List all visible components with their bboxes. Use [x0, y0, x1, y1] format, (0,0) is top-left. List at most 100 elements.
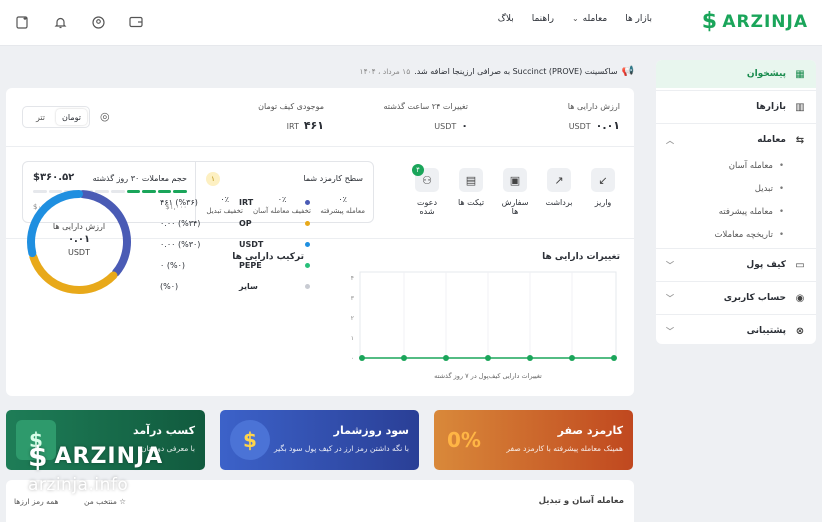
nav-blog[interactable]: بلاگ: [498, 14, 514, 24]
data-point[interactable]: [401, 355, 407, 361]
nav-trade-label: معامله: [582, 14, 608, 24]
stat-label: ارزش دارایی ها: [567, 102, 620, 111]
brand-logo[interactable]: $ ARZINJA: [700, 10, 808, 34]
user-icon: ◉: [795, 292, 805, 304]
sidebar-item-label: پشتیبانی: [746, 326, 786, 336]
nav-guide[interactable]: راهنما: [532, 14, 554, 24]
legend-asset-name: USDT: [239, 240, 264, 249]
composition-legend: IRT ۴۶۱ (%۳۶) OP ۰.۰۰ (%۳۴) USDT ۰.۰۰ (%۳۰) PE…: [160, 192, 310, 297]
chevron-down-icon: ﹀: [666, 260, 674, 270]
donut-slice-op: [29, 252, 118, 294]
logo-mark-icon: $: [28, 440, 49, 473]
nav-markets[interactable]: بازار ها: [625, 14, 652, 24]
stat-value: ۰.۰۱: [595, 119, 620, 132]
promo-title: کسب درآمد: [133, 424, 195, 437]
legend-asset-name: IRT: [239, 198, 254, 207]
legend-item: IRT ۴۶۱ (%۳۶): [160, 192, 310, 213]
y-tick-label: ۲: [351, 315, 354, 322]
announcement-bar[interactable]: 📢 ساکسینت (Succinct (PROVE به صرافی ارزی…: [194, 66, 634, 77]
y-tick-label: ۱: [351, 335, 354, 342]
fee-level-badge: ۱: [206, 172, 220, 186]
coin-bag-icon: $: [230, 420, 270, 460]
legend-dot: [305, 284, 310, 289]
data-point[interactable]: [569, 355, 575, 361]
divider: [656, 248, 816, 249]
legend-asset-name: سایر: [239, 282, 258, 291]
sidebar-item-dashboard[interactable]: ▦ پیشخوان: [656, 60, 816, 88]
star-icon: ☆: [116, 497, 126, 506]
tab-label: منتخب من: [84, 497, 117, 506]
divider: [656, 281, 816, 282]
legend-asset-name: OP: [239, 219, 252, 228]
legend-item: سایر (%۰): [160, 276, 310, 297]
promo-subtitle: با نگه داشتن رمز ارز در کیف پول سود بگیر: [274, 444, 409, 453]
volume-progress-segment: [142, 190, 156, 193]
sidebar-subitem-easy-trade[interactable]: معامله آسان: [656, 154, 816, 177]
sidebar-item-label: پیشخوان: [746, 69, 786, 79]
promo-title: کارمزد صفر: [557, 424, 623, 437]
sidebar-item-support[interactable]: ⊗ پشتیبانی ﹀: [656, 317, 816, 344]
sidebar-subitem-convert[interactable]: تبدیل: [656, 177, 816, 200]
data-point[interactable]: [443, 355, 449, 361]
sidebar-item-label: کیف پول: [746, 260, 786, 270]
top-bar: $ ARZINJA بازار ها معامله⌄ راهنما بلاگ: [0, 0, 822, 46]
announcement-date: ۱۵ مرداد ، ۱۴۰۴: [359, 67, 411, 76]
profile-icon[interactable]: [90, 14, 106, 30]
top-icons: [14, 14, 144, 30]
currency-toggle[interactable]: تومان تتر: [22, 106, 90, 128]
promo-daily-profit[interactable]: سود روزشمار با نگه داشتن رمز ارز در کیف …: [220, 410, 419, 470]
wallet-icon[interactable]: [128, 14, 144, 30]
add-note-icon[interactable]: [14, 14, 30, 30]
tab-all-coins[interactable]: همه رمز ارزها: [14, 497, 58, 506]
y-tick-label: ۳: [351, 295, 355, 302]
watermark-name: ARZINJA: [54, 444, 164, 469]
nav-trade[interactable]: معامله⌄: [572, 14, 607, 24]
data-point[interactable]: [527, 355, 533, 361]
data-point[interactable]: [485, 355, 491, 361]
watermark-logo: $ ARZINJA: [28, 440, 163, 473]
chart-bars-icon: ▥: [795, 101, 805, 113]
stat-label: موجودی کیف تومان: [258, 102, 324, 111]
sidebar-item-trade[interactable]: ⇆ معامله ︿: [656, 126, 816, 154]
stat-value: ۴۶۱: [303, 119, 324, 132]
donut-center-unit: USDT: [68, 248, 90, 257]
announcement-text: ساکسینت (Succinct (PROVE به صرافی ارزینج…: [414, 67, 618, 76]
data-point[interactable]: [611, 355, 617, 361]
sidebar-subitem-trade-history[interactable]: تاریخچه معاملات: [656, 223, 816, 246]
x-axis-label: تغییرات دارایی کیف‌پول در ۷ روز گذشته: [434, 372, 542, 380]
stat-label: تغییرات ۲۴ ساعت گذشته: [383, 102, 469, 111]
legend-dot: [305, 200, 310, 205]
sidebar-item-account[interactable]: ◉ حساب کاربری ﹀: [656, 284, 816, 312]
sidebar-item-markets[interactable]: ▥ بازارها: [656, 93, 816, 121]
stat-wallet-toman: موجودی کیف تومان ۴۶۱ IRT: [258, 102, 324, 132]
legend-dot: [305, 263, 310, 268]
legend-item: USDT ۰.۰۰ (%۳۰): [160, 234, 310, 255]
donut-center-value: ۰.۰۱: [67, 234, 91, 245]
data-point[interactable]: [359, 355, 365, 361]
legend-asset-name: PEPE: [239, 261, 262, 270]
legend-asset-percent: ۴۶۱ (%۳۶): [160, 198, 198, 207]
stat-unit: USDT: [568, 122, 591, 131]
eye-icon[interactable]: ◎: [100, 110, 110, 123]
bell-icon[interactable]: [52, 14, 68, 30]
percent-badge-icon: 0%: [447, 428, 481, 452]
legend-asset-percent: ۰.۰۰ (%۳۰): [160, 240, 201, 249]
divider: [656, 314, 816, 315]
invited-count-badge: ۴: [412, 164, 424, 176]
fee-level-title: سطح کارمزد شما: [303, 174, 363, 183]
divider: [6, 146, 634, 147]
logo-mark-icon: $: [701, 9, 718, 34]
toggle-toman[interactable]: تومان: [56, 109, 87, 125]
wallet-icon: ▭: [795, 259, 805, 271]
sidebar-item-label: معامله: [757, 135, 786, 145]
tab-favorites[interactable]: ☆ منتخب من: [84, 497, 126, 506]
stat-asset-value: ارزش دارایی ها ۰.۰۱ USDT: [568, 102, 620, 132]
sidebar-subitem-advanced-trade[interactable]: معامله پیشرفته: [656, 200, 816, 223]
promo-zero-fee[interactable]: کارمزد صفر همینک معامله پیشرفته با کارمز…: [434, 410, 633, 470]
watermark: $ ARZINJA arzinja.info: [28, 440, 163, 495]
y-tick-label: ۰: [351, 355, 354, 362]
stat-unit: IRT: [286, 122, 299, 131]
sidebar-item-wallet[interactable]: ▭ کیف پول ﹀: [656, 251, 816, 279]
chevron-down-icon: ⌄: [571, 14, 579, 23]
toggle-tether[interactable]: تتر: [25, 109, 56, 125]
